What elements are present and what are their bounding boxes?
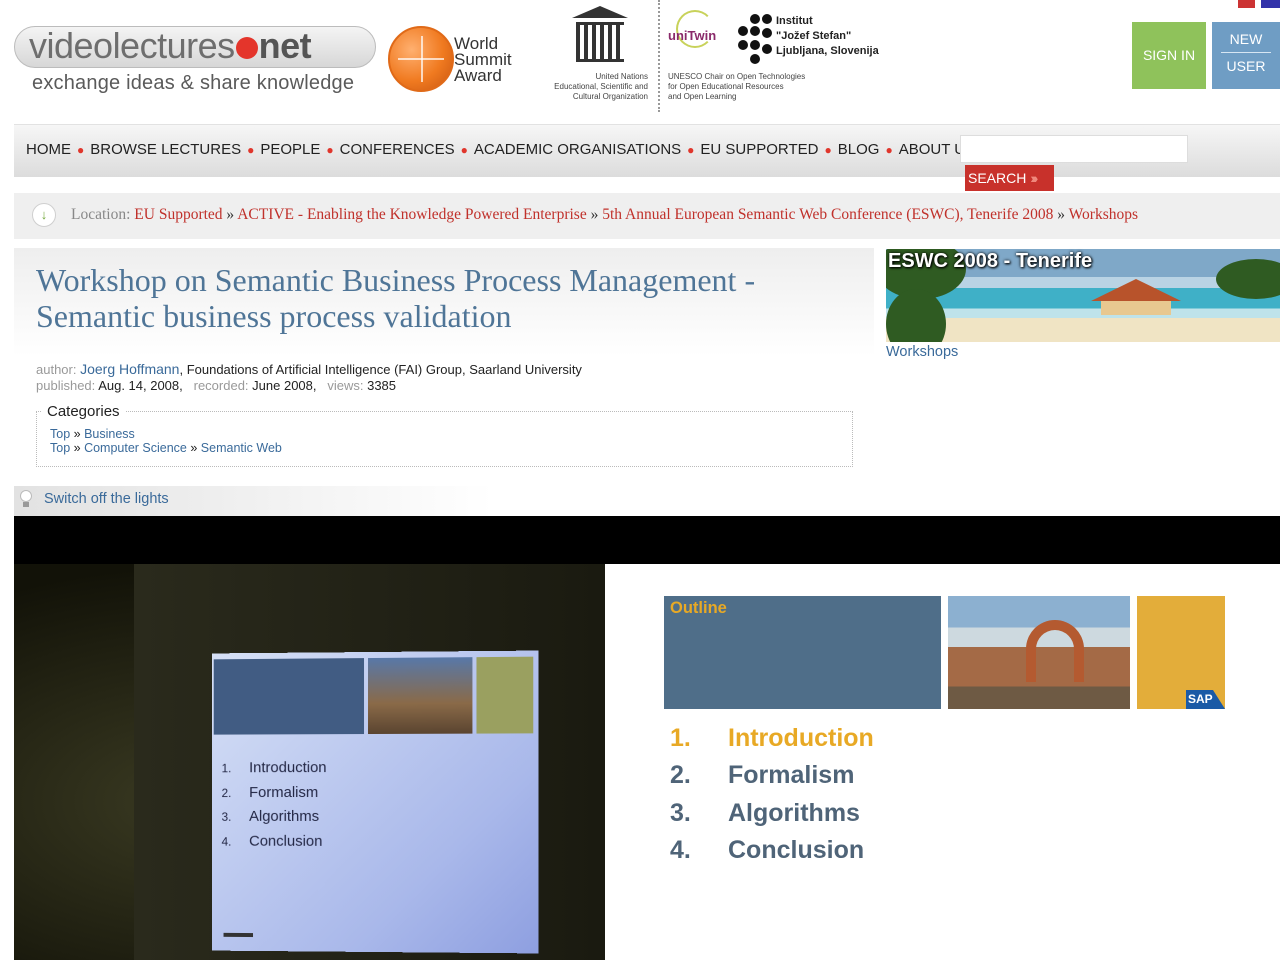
publication-line: published: Aug. 14, 2008, recorded: June… bbox=[36, 378, 397, 393]
nav-eu-supported[interactable]: EU SUPPORTED bbox=[700, 141, 818, 158]
recorded-date: June 2008, bbox=[252, 378, 317, 393]
categories-legend: Categories bbox=[42, 403, 125, 420]
nav-browse-lectures[interactable]: BROWSE LECTURES bbox=[90, 141, 241, 158]
view-count: 3385 bbox=[367, 378, 397, 393]
slide-outline-item: 4. Conclusion bbox=[670, 835, 865, 864]
header-divider bbox=[658, 0, 660, 112]
category-path-semantic-web: Top » Computer Science » Semantic Web bbox=[50, 441, 282, 455]
projected-slide-list: 1. Introduction 2. Formalism 3. Algorithms … bbox=[221, 759, 327, 850]
banner-title: ESWC 2008 - Tenerife bbox=[888, 250, 1093, 272]
categories-box bbox=[36, 411, 853, 467]
category-link-business[interactable]: Business bbox=[84, 427, 135, 441]
logo-tagline: exchange ideas & share knowledge bbox=[32, 72, 355, 94]
search-input[interactable] bbox=[960, 135, 1188, 163]
breadcrumb-eswc-2008[interactable]: 5th Annual European Semantic Web Confere… bbox=[602, 206, 1053, 223]
slide-outline-item: 2. Formalism bbox=[670, 761, 855, 790]
slide-arch-image bbox=[948, 596, 1130, 709]
nav-people[interactable]: PEOPLE bbox=[260, 141, 320, 158]
page-title: Workshop on Semantic Business Process Ma… bbox=[36, 262, 756, 334]
breadcrumb: Location: EU Supported » ACTIVE - Enabli… bbox=[71, 206, 1139, 223]
category-link-top[interactable]: Top bbox=[50, 441, 70, 455]
unitwin-label: UNESCO Chair on Open Technologies for Op… bbox=[668, 72, 806, 101]
location-arrow-icon: ↓ bbox=[32, 203, 56, 227]
new-user-button[interactable]: NEW USER bbox=[1212, 22, 1280, 89]
slide-outline-list: 1. Introduction 2. Formalism 3. Algorithms … bbox=[670, 720, 874, 869]
unesco-temple-icon bbox=[572, 6, 628, 70]
search-button[interactable]: SEARCH ››› bbox=[965, 165, 1054, 191]
video-view[interactable]: 1. Introduction 2. Formalism 3. Algorithms … bbox=[14, 564, 605, 960]
logo-wordmark: videolectures net bbox=[14, 26, 376, 68]
slide-outline-item: 3. Algorithms bbox=[670, 798, 860, 827]
ijs-text: Institut "Jožef Stefan" Ljubljana, Slove… bbox=[776, 15, 879, 57]
unitwin-text: uniTwin bbox=[668, 28, 717, 43]
banner-workshops-link[interactable]: Workshops bbox=[886, 344, 958, 360]
ijs-dots-icon bbox=[734, 14, 774, 64]
category-link-computer-science[interactable]: Computer Science bbox=[84, 441, 187, 455]
sap-logo: SAP bbox=[1186, 690, 1225, 709]
breadcrumb-eu-supported[interactable]: EU Supported bbox=[134, 206, 222, 223]
switch-off-lights-link[interactable]: Switch off the lights bbox=[44, 491, 169, 507]
category-link-top[interactable]: Top bbox=[50, 427, 70, 441]
breadcrumb-workshops[interactable]: Workshops bbox=[1069, 206, 1138, 223]
unesco-label: United Nations Educational, Scientific a… bbox=[554, 72, 648, 101]
unesco-logo[interactable]: United Nations Educational, Scientific a… bbox=[540, 6, 652, 106]
nav-academic-organisations[interactable]: ACADEMIC ORGANISATIONS bbox=[474, 141, 681, 158]
light-bulb-icon[interactable] bbox=[19, 490, 33, 508]
main-nav: HOME ● BROWSE LECTURES ● PEOPLE ● CONFERENCES ●… bbox=[26, 141, 976, 158]
slide-outline-item: 1. Introduction bbox=[670, 724, 874, 752]
sign-in-button[interactable]: SIGN IN bbox=[1132, 22, 1206, 89]
published-date: Aug. 14, 2008, bbox=[98, 378, 183, 393]
nav-conferences[interactable]: CONFERENCES bbox=[340, 141, 455, 158]
double-chevron-icon: ››› bbox=[1030, 170, 1038, 186]
logo-dot-icon bbox=[235, 37, 258, 59]
category-path-business: Top » Business bbox=[50, 427, 135, 441]
world-summit-award-logo[interactable]: World Summit Award bbox=[384, 26, 534, 98]
ijs-logo[interactable]: Institut "Jožef Stefan" Ljubljana, Slove… bbox=[734, 12, 904, 72]
award-line-3: Award bbox=[454, 66, 502, 85]
projected-slide: 1. Introduction 2. Formalism 3. Algorithms … bbox=[211, 650, 539, 954]
site-logo[interactable]: videolectures net exchange ideas & share … bbox=[14, 24, 376, 104]
language-flag-icon[interactable] bbox=[1238, 0, 1280, 8]
slide-heading: Outline bbox=[670, 599, 727, 617]
nav-blog[interactable]: BLOG bbox=[838, 141, 880, 158]
author-line: author: Joerg Hoffmann, Foundations of A… bbox=[36, 361, 582, 377]
author-link[interactable]: Joerg Hoffmann bbox=[80, 361, 179, 377]
category-link-semantic-web[interactable]: Semantic Web bbox=[201, 441, 282, 455]
unitwin-logo[interactable]: uniTwin UNESCO Chair on Open Technologie… bbox=[668, 8, 805, 101]
breadcrumb-active-project[interactable]: ACTIVE - Enabling the Knowledge Powered … bbox=[237, 206, 587, 223]
globe-icon bbox=[388, 26, 454, 92]
nav-home[interactable]: HOME bbox=[26, 141, 71, 158]
